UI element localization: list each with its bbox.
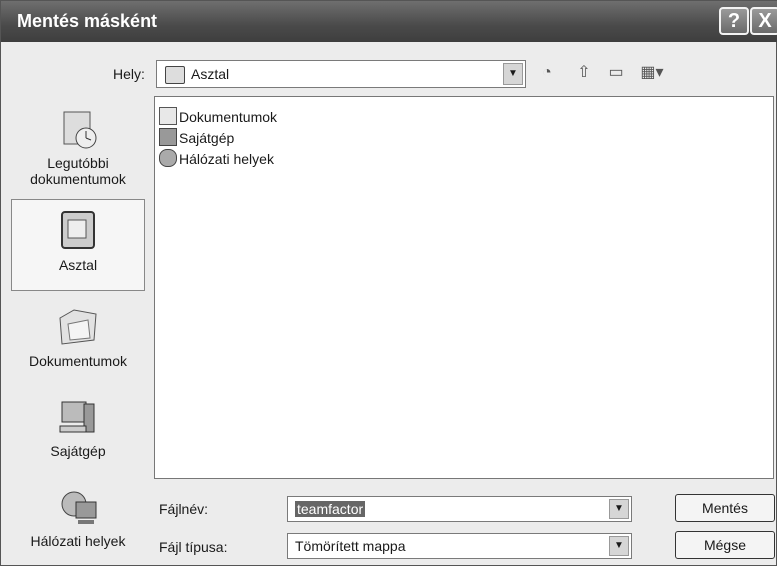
chevron-down-icon[interactable]: ▼ (503, 63, 523, 85)
place-label: Hálózati helyek (30, 533, 126, 549)
filename-field[interactable]: teamfactor ▼ (287, 496, 632, 522)
title-bar[interactable]: Mentés másként ? X (1, 1, 777, 42)
save-button[interactable]: Mentés (675, 494, 775, 522)
place-recent-documents[interactable]: Legutóbbi dokumentumok (11, 106, 145, 187)
documents-folder-icon (159, 107, 177, 125)
filename-value[interactable]: teamfactor (295, 501, 366, 517)
list-item[interactable]: Sajátgép (159, 128, 234, 146)
place-network[interactable]: Hálózati helyek (11, 484, 145, 549)
location-label: Hely: (113, 66, 145, 82)
desktop-icon (165, 66, 185, 84)
close-button[interactable]: X (750, 7, 777, 35)
places-bar: Legutóbbi dokumentumok Asztal Dokumentum… (11, 94, 145, 556)
up-folder-icon[interactable]: ⇧ (573, 62, 595, 84)
recent-documents-icon (63, 111, 97, 149)
save-as-dialog: Mentés másként ? X Hely: Asztal ▼ ◔ ⇧ ▭ … (0, 0, 777, 566)
location-dropdown[interactable]: Asztal ▼ (156, 60, 526, 88)
my-computer-icon (59, 401, 95, 433)
documents-icon (59, 309, 97, 345)
file-name: Hálózati helyek (179, 151, 274, 167)
list-item[interactable]: Hálózati helyek (159, 149, 274, 167)
chevron-down-icon[interactable]: ▼ (609, 536, 629, 556)
new-folder-icon[interactable]: ▭ (605, 62, 627, 84)
file-name: Sajátgép (179, 130, 235, 146)
filetype-select[interactable]: Tömörített mappa ▼ (287, 533, 632, 559)
file-list[interactable]: Dokumentumok Sajátgép Hálózati helyek (154, 96, 774, 479)
place-label: Legutóbbi dokumentumok (30, 155, 126, 187)
help-button[interactable]: ? (719, 7, 749, 35)
my-computer-icon (159, 128, 177, 146)
network-places-icon (61, 491, 97, 524)
chevron-down-icon[interactable]: ▼ (609, 499, 629, 519)
place-label: Sajátgép (50, 443, 106, 459)
place-label: Dokumentumok (28, 353, 128, 369)
network-places-icon (159, 149, 177, 167)
place-label: Asztal (58, 257, 98, 273)
filetype-label: Fájl típusa: (159, 539, 228, 555)
place-desktop[interactable]: Asztal (11, 199, 145, 291)
filetype-value: Tömörített mappa (295, 538, 406, 554)
place-documents[interactable]: Dokumentumok (11, 304, 145, 369)
desktop-icon (61, 211, 95, 249)
place-my-computer[interactable]: Sajátgép (11, 394, 145, 459)
location-value: Asztal (191, 66, 230, 82)
list-item[interactable]: Dokumentumok (159, 107, 277, 125)
view-menu-icon[interactable]: ▦▾ (637, 62, 667, 84)
cancel-button[interactable]: Mégse (675, 531, 775, 559)
back-icon[interactable]: ◔ (536, 62, 558, 84)
dialog-title: Mentés másként (17, 11, 158, 31)
filename-label: Fájlnév: (159, 501, 209, 517)
file-name: Dokumentumok (179, 109, 278, 125)
